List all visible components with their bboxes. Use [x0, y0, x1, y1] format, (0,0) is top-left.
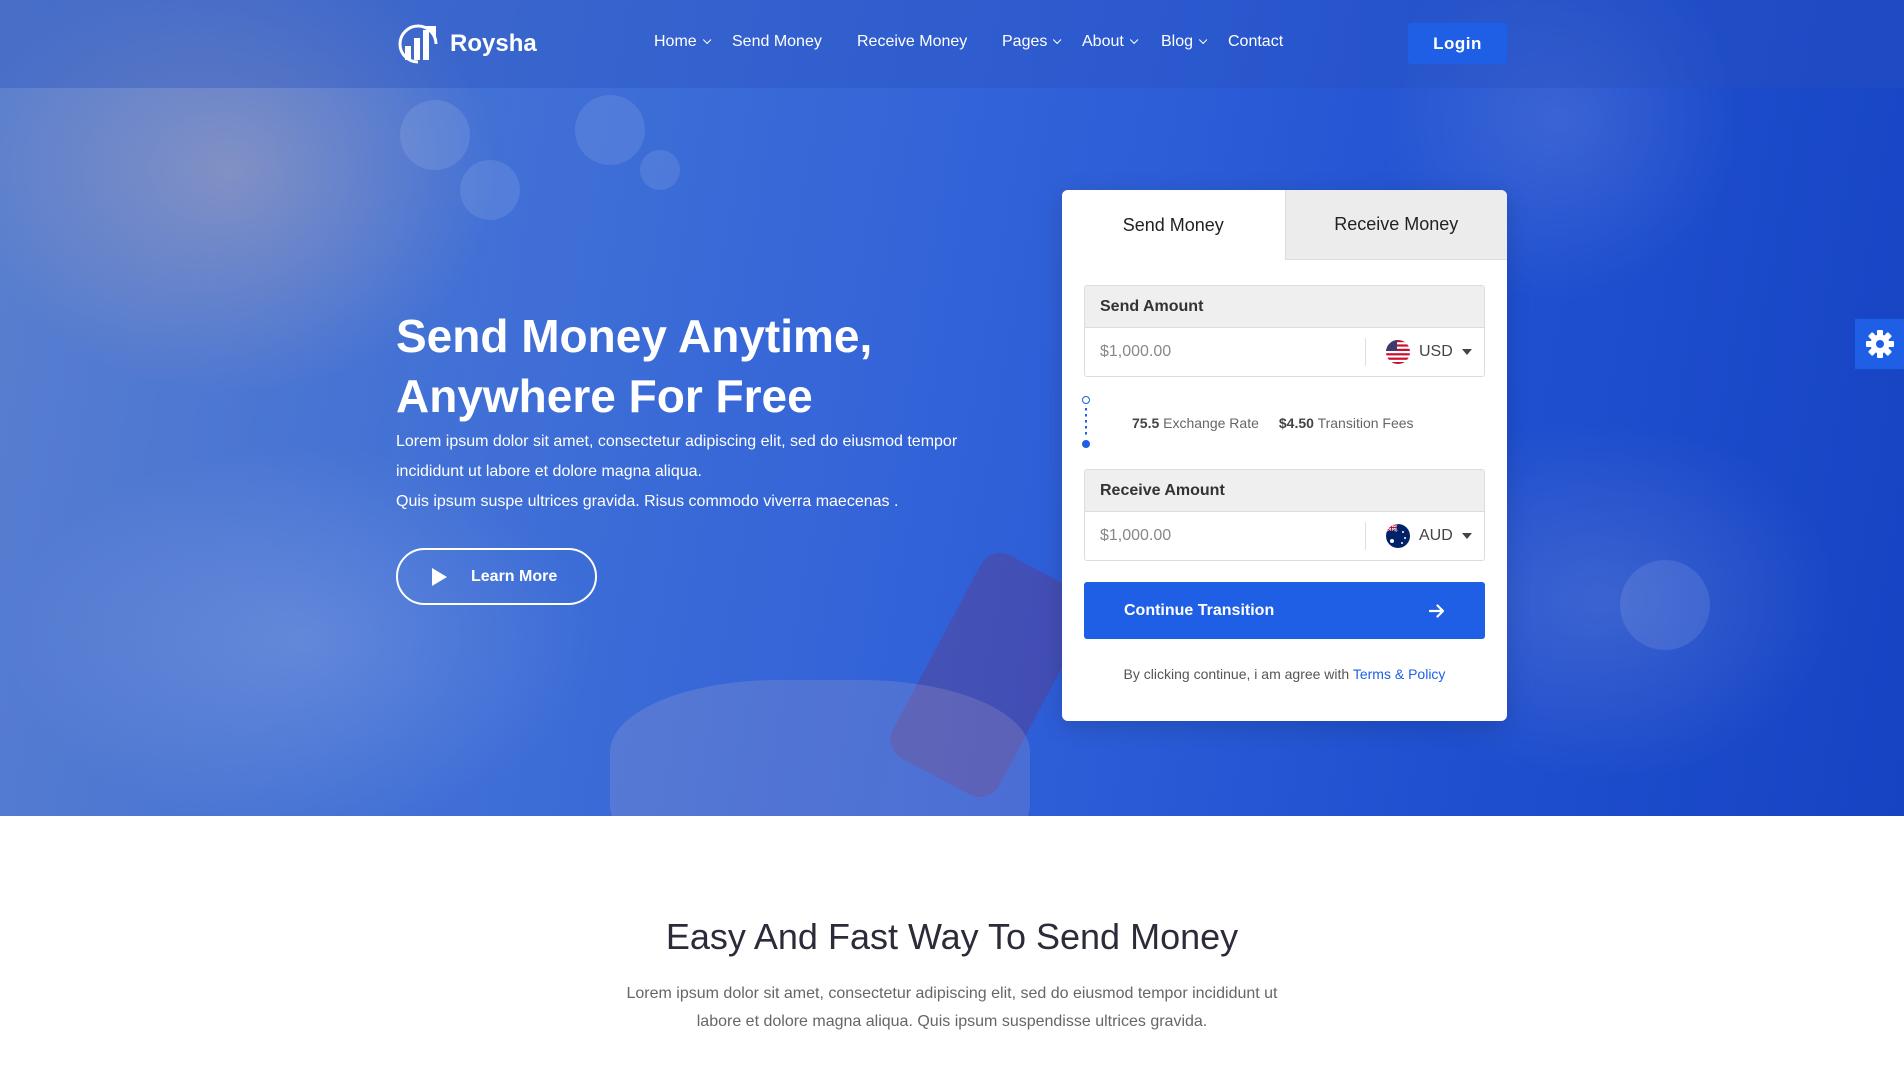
- continue-label: Continue Transition: [1124, 601, 1275, 619]
- settings-button[interactable]: [1855, 319, 1904, 369]
- nav-item-label: Contact: [1228, 33, 1284, 50]
- brand-name: Roysha: [450, 30, 537, 57]
- nav-item-pages[interactable]: Pages: [1002, 33, 1082, 51]
- timeline-dot-icon: [1082, 440, 1090, 448]
- hero-desc-line: Quis ipsum suspe ultrices gravida. Risus…: [396, 493, 899, 510]
- nav-item-label: Receive Money: [857, 33, 968, 50]
- arrow-right-icon: [1429, 603, 1445, 618]
- send-currency-label: USD: [1419, 343, 1453, 360]
- tab-send-money[interactable]: Send Money: [1062, 190, 1285, 260]
- nav-item-contact[interactable]: Contact: [1228, 33, 1283, 51]
- receive-amount-row: AUD: [1085, 512, 1484, 560]
- bokeh-decoration: [1620, 560, 1710, 650]
- exchange-rate-label: Exchange Rate: [1163, 415, 1259, 431]
- fee-label: Transition Fees: [1317, 415, 1414, 431]
- send-amount-field: Send Amount USD: [1084, 285, 1485, 377]
- hero-desc-line: incididunt ut labore et dolore magna ali…: [396, 463, 702, 480]
- send-amount-label: Send Amount: [1085, 286, 1484, 328]
- login-button[interactable]: Login: [1408, 23, 1507, 64]
- nav-item-send-money[interactable]: Send Money: [732, 33, 857, 51]
- nav-item-label: Pages: [1002, 33, 1048, 50]
- bokeh-decoration: [640, 150, 680, 190]
- exchange-rate-value: 75.5: [1132, 415, 1160, 431]
- receive-amount-field: Receive Amount AUD: [1084, 469, 1485, 561]
- terms-policy-link[interactable]: Terms & Policy: [1353, 666, 1446, 682]
- timeline-dot-icon: [1082, 396, 1090, 404]
- navbar: Roysha Home Send Money Receive Money Pag…: [0, 0, 1904, 88]
- receive-amount-label: Receive Amount: [1085, 470, 1484, 512]
- nav-item-blog[interactable]: Blog: [1161, 33, 1228, 51]
- continue-transition-button[interactable]: Continue Transition: [1084, 582, 1485, 639]
- send-amount-input[interactable]: [1085, 328, 1365, 376]
- hand-decoration: [610, 680, 1030, 816]
- nav-item-label: About: [1082, 33, 1124, 50]
- fee-value: $4.50: [1278, 415, 1314, 431]
- receive-currency-label: AUD: [1419, 527, 1453, 544]
- chevron-down-icon: [1198, 35, 1208, 45]
- section-description: Lorem ipsum dolor sit amet, consectetur …: [592, 980, 1312, 1036]
- section-desc-line: Lorem ipsum dolor sit amet, consectetur …: [626, 985, 1278, 1002]
- nav-item-label: Send Money: [732, 33, 822, 50]
- logo-chart-icon: [398, 24, 438, 64]
- chevron-down-icon: [1053, 35, 1062, 45]
- hero-description: Lorem ipsum dolor sit amet, consectetur …: [396, 427, 1016, 517]
- nav-item-about[interactable]: About: [1082, 33, 1161, 51]
- transition-fees: $4.50 Transition Fees: [1279, 415, 1414, 431]
- transfer-tabs: Send Money Receive Money: [1062, 190, 1507, 260]
- caret-down-icon: [1461, 349, 1472, 355]
- section-title: Easy And Fast Way To Send Money: [665, 916, 1239, 957]
- main-nav: Home Send Money Receive Money Pages Abou…: [654, 33, 1283, 51]
- hero-title: Send Money Anytime, Anywhere For Free: [396, 306, 1016, 426]
- exchange-info: 75.5 Exchange Rate $4.50 Transition Fees: [1082, 396, 1487, 450]
- receive-currency-select[interactable]: AUD: [1366, 524, 1484, 548]
- gear-icon: [1865, 330, 1894, 358]
- brand-logo[interactable]: Roysha: [396, 24, 537, 64]
- hero-desc-line: Lorem ipsum dolor sit amet, consectetur …: [396, 433, 958, 450]
- chevron-down-icon: [702, 35, 712, 45]
- caret-down-icon: [1461, 533, 1472, 539]
- nav-item-home[interactable]: Home: [654, 33, 732, 51]
- money-transfer-card: Send Money Receive Money Send Amount USD: [1062, 190, 1507, 721]
- hero-title-line: Anywhere For Free: [396, 370, 813, 422]
- nav-item-label: Blog: [1161, 33, 1194, 50]
- us-flag-icon: [1386, 340, 1410, 364]
- chevron-down-icon: [1129, 35, 1139, 45]
- learn-more-button[interactable]: Learn More: [396, 548, 597, 605]
- bokeh-decoration: [575, 95, 645, 165]
- nav-item-receive-money[interactable]: Receive Money: [857, 33, 1002, 51]
- au-flag-icon: [1386, 524, 1410, 548]
- hero-title-line: Send Money Anytime,: [396, 310, 873, 362]
- learn-more-label: Learn More: [471, 567, 558, 585]
- bokeh-decoration: [400, 100, 470, 170]
- nav-item-label: Home: [654, 33, 697, 50]
- timeline-line: [1085, 408, 1087, 438]
- bokeh-decoration: [460, 160, 520, 220]
- play-icon: [432, 567, 447, 586]
- receive-amount-input[interactable]: [1085, 512, 1365, 560]
- send-amount-row: USD: [1085, 328, 1484, 376]
- tab-receive-money[interactable]: Receive Money: [1284, 190, 1507, 260]
- terms-prefix: By clicking continue, i am agree with: [1123, 666, 1350, 682]
- terms-notice: By clicking continue, i am agree with Te…: [1062, 666, 1507, 682]
- send-currency-select[interactable]: USD: [1366, 340, 1484, 364]
- section-desc-line: labore et dolore magna aliqua. Quis ipsu…: [696, 1013, 1208, 1030]
- exchange-rate: 75.5 Exchange Rate: [1132, 415, 1259, 431]
- rate-text: 75.5 Exchange Rate $4.50 Transition Fees: [1132, 415, 1414, 431]
